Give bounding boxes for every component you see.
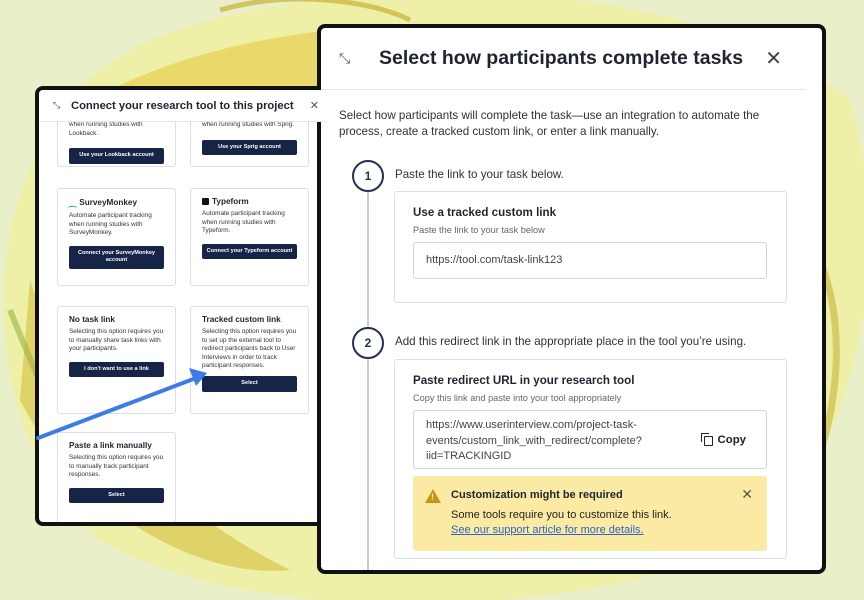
alert-body: Some tools require you to customize this… (451, 509, 672, 521)
connect-tool-modal: ⤡ Connect your research tool to this pro… (35, 86, 331, 526)
box-title: Paste redirect URL in your research tool (413, 374, 635, 387)
card-title: Tracked custom link (202, 315, 281, 324)
support-article-link[interactable]: See our support article for more details… (451, 524, 644, 536)
select-paste-link-button[interactable]: Select (69, 487, 164, 504)
card-desc: Selecting this option requires you to ma… (69, 454, 164, 479)
alert-title: Customization might be required (451, 489, 623, 501)
redirect-url-field[interactable]: https://www.userinterview.com/project-ta… (413, 410, 767, 469)
copy-label: Copy (717, 434, 746, 446)
right-modal-header: ⤡ Select how participants complete tasks… (321, 28, 806, 90)
task-link-input[interactable]: https://tool.com/task-link123 (413, 242, 767, 279)
expand-icon[interactable]: ⤡ (339, 50, 379, 67)
card-paste-link: Paste a link manually Selecting this opt… (57, 432, 176, 522)
card-desc: Selecting this option requires you to ma… (69, 328, 164, 353)
connect-surveymonkey-button[interactable]: Connect your SurveyMonkey account (69, 245, 164, 269)
copy-icon (700, 432, 713, 446)
card-title: SurveyMonkey (79, 198, 138, 207)
step-1-text: Paste the link to your task below. (395, 168, 564, 181)
box-subtitle: Copy this link and paste into your tool … (413, 393, 622, 403)
no-link-button[interactable]: I don't want to use a link (69, 361, 164, 378)
redirect-url-line: iid=TRACKINGID (426, 450, 512, 462)
card-no-task-link: No task link Selecting this option requi… (57, 306, 176, 414)
select-completion-modal: ⤡ Select how participants complete tasks… (317, 24, 826, 574)
left-modal-title: Connect your research tool to this proje… (71, 99, 294, 112)
card-tracked-custom-link: Tracked custom link Selecting this optio… (190, 306, 309, 414)
card-desc: Automate participant tracking when runni… (202, 210, 285, 235)
right-modal-title: Select how participants complete tasks (379, 47, 744, 69)
tracked-link-box: Use a tracked custom link Paste the link… (394, 191, 787, 303)
close-icon[interactable]: ✕ (741, 486, 753, 503)
card-surveymonkey: ⁔ SurveyMonkey Automate participant trac… (57, 188, 176, 286)
step-1-badge: 1 (352, 160, 384, 192)
expand-icon[interactable]: ⤡ (53, 100, 71, 111)
card-desc: Selecting this option requires you to se… (202, 328, 297, 370)
card-title: Typeform (212, 197, 249, 206)
left-modal-header: ⤡ Connect your research tool to this pro… (39, 90, 327, 122)
copy-button[interactable]: Copy (700, 432, 746, 449)
card-desc: when running studies with Lookback. (69, 121, 143, 137)
card-typeform: Typeform Automate participant tracking w… (190, 188, 309, 286)
card-desc: when running studies with Sprig. (202, 121, 295, 128)
close-icon[interactable]: ✕ (765, 46, 782, 71)
typeform-logo-icon (202, 198, 209, 205)
redirect-url-box: Paste redirect URL in your research tool… (394, 359, 787, 559)
select-tracked-link-button[interactable]: Select (202, 375, 297, 392)
connect-typeform-button[interactable]: Connect your Typeform account (202, 243, 297, 260)
redirect-url-line: https://www.userinterview.com/project-ta… (426, 419, 637, 431)
box-subtitle: Paste the link to your task below (413, 225, 545, 235)
close-icon[interactable]: ✕ (310, 99, 319, 112)
box-title: Use a tracked custom link (413, 206, 557, 219)
card-title: Paste a link manually (69, 441, 152, 450)
surveymonkey-logo-icon: ⁔ (69, 197, 77, 207)
step-timeline (367, 184, 369, 570)
customization-alert: ! Customization might be required ✕ Some… (413, 476, 767, 551)
card-desc: Automate participant tracking when runni… (69, 212, 152, 237)
task-link-value: https://tool.com/task-link123 (426, 254, 563, 266)
intro-text: Select how participants will complete th… (339, 109, 760, 138)
use-sprig-button[interactable]: Use your Sprig account (202, 139, 297, 156)
step-2-badge: 2 (352, 327, 384, 359)
card-title: No task link (69, 315, 115, 324)
step-2-text: Add this redirect link in the appropriat… (395, 335, 747, 348)
use-lookback-button[interactable]: Use your Lookback account (69, 148, 164, 164)
